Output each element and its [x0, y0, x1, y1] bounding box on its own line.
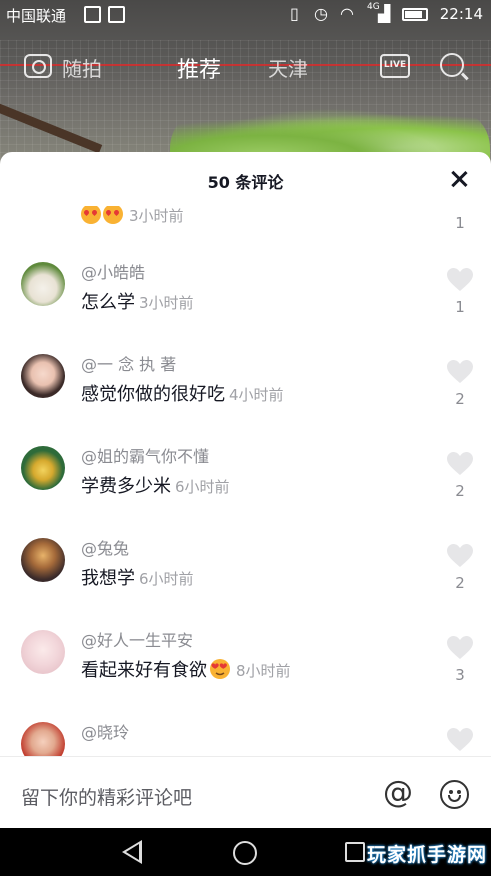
like-count: 2 — [455, 574, 465, 592]
image-notification-icon — [108, 6, 125, 23]
comment-username[interactable]: @小皓皓 — [81, 259, 145, 283]
battery-icon — [402, 8, 428, 21]
avatar[interactable] — [21, 354, 65, 398]
signal-icon: ▟ — [378, 4, 391, 23]
emoji-picker-mouth — [448, 795, 461, 802]
close-icon[interactable] — [448, 168, 470, 190]
recent-apps-icon[interactable] — [345, 842, 365, 862]
phone-screen: 中国联通 ▯ ◷ ◠ 4G ▟ 22:14 随拍 推荐 天津 LIVE 50 条… — [0, 0, 491, 876]
live-icon[interactable]: LIVE — [380, 54, 410, 78]
comment-text: 学费多少米 6小时前 — [81, 472, 230, 498]
like-count: 1 — [455, 214, 465, 232]
carrier-label: 中国联通 — [6, 7, 67, 25]
emoji-icon — [81, 206, 101, 224]
at-mention-icon[interactable]: @ — [383, 777, 413, 809]
heart-like-icon[interactable] — [447, 268, 473, 292]
comment-username[interactable]: @姐的霸气你不懂 — [81, 443, 209, 467]
comment-row: @一 念 执 著 感觉你做的很好吃 4小时前 2 — [0, 354, 491, 446]
wifi-icon: ◠ — [340, 4, 354, 23]
comment-body: 学费多少米 — [81, 476, 171, 497]
notification-icon — [84, 6, 101, 23]
system-navigation-bar: 玩家抓手游网 — [0, 828, 491, 876]
comment-text: 感觉你做的很好吃 4小时前 — [81, 380, 284, 406]
comment-body: 看起来好有食欲 — [81, 660, 207, 681]
comment-username[interactable]: @兔兔 — [81, 535, 129, 559]
comments-header: 50 条评论 — [0, 152, 491, 206]
comments-count-title: 50 条评论 — [207, 173, 284, 192]
comments-list[interactable]: 3小时前 1 @小皓皓 怎么学 3小时前 1 @一 念 执 著 感觉你做的很好吃 4… — [0, 206, 491, 756]
like-count: 2 — [455, 390, 465, 408]
heart-like-icon[interactable] — [447, 544, 473, 568]
comment-time: 3小时前 — [139, 294, 194, 312]
comment-text: 看起来好有食欲 8小时前 — [81, 656, 291, 682]
clock-time: 22:14 — [439, 5, 483, 23]
watermark-logo: 玩家抓手游网 — [366, 844, 487, 866]
avatar[interactable] — [21, 446, 65, 490]
comment-row: @兔兔 我想学 6小时前 2 — [0, 538, 491, 630]
camera-icon[interactable] — [24, 54, 52, 78]
like-count: 1 — [455, 298, 465, 316]
tab-tianjin[interactable]: 天津 — [268, 53, 308, 82]
back-icon[interactable] — [122, 840, 142, 864]
comment-row-partial: 3小时前 1 — [0, 206, 491, 252]
emoji-icon — [103, 206, 123, 224]
search-icon[interactable] — [440, 53, 464, 77]
heart-like-icon[interactable] — [447, 360, 473, 384]
comment-time: 4小时前 — [229, 386, 284, 404]
emoji-picker-eye — [457, 790, 461, 794]
comment-time: 8小时前 — [236, 662, 291, 680]
alarm-icon: ◷ — [314, 4, 328, 23]
comment-body: 我想学 — [81, 568, 135, 589]
tab-recommend[interactable]: 推荐 — [177, 52, 221, 84]
heart-eyes-emoji-icon — [210, 659, 230, 679]
comment-row: @姐的霸气你不懂 学费多少米 6小时前 2 — [0, 446, 491, 538]
emoji-picker-eye — [449, 790, 453, 794]
comment-body: 怎么学 — [81, 292, 135, 313]
comment-input[interactable]: 留下你的精彩评论吧 — [21, 783, 192, 810]
comment-username[interactable]: @好人一生平安 — [81, 627, 193, 651]
heart-like-icon[interactable] — [447, 728, 473, 752]
comment-time: 3小时前 — [129, 207, 184, 225]
comment-body: 感觉你做的很好吃 — [81, 384, 225, 405]
comment-time: 6小时前 — [139, 570, 194, 588]
comment-username[interactable]: @晓玲 — [81, 719, 129, 743]
status-bar: 中国联通 ▯ ◷ ◠ 4G ▟ 22:14 — [0, 0, 491, 30]
comment-time: 6小时前 — [175, 478, 230, 496]
avatar[interactable] — [21, 538, 65, 582]
comment-row: @小皓皓 怎么学 3小时前 1 — [0, 262, 491, 354]
comment-row: @好人一生平安 看起来好有食欲 8小时前 3 — [0, 630, 491, 722]
comment-input-bar: 留下你的精彩评论吧 @ — [0, 756, 491, 828]
avatar[interactable] — [21, 630, 65, 674]
top-navigation: 随拍 推荐 天津 LIVE — [0, 44, 491, 90]
vibrate-icon: ▯ — [290, 4, 299, 23]
comment-text: 3小时前 — [81, 206, 184, 226]
comments-sheet: 50 条评论 3小时前 1 @小皓皓 怎么学 3小时前 1 @一 念 执 著 感… — [0, 152, 491, 828]
comment-text: 怎么学 3小时前 — [81, 288, 194, 314]
heart-like-icon[interactable] — [447, 636, 473, 660]
emoji-picker-icon[interactable] — [440, 780, 469, 809]
tab-suipai[interactable]: 随拍 — [62, 53, 102, 82]
heart-like-icon[interactable] — [447, 452, 473, 476]
comment-username[interactable]: @一 念 执 著 — [81, 351, 176, 375]
like-count: 2 — [455, 482, 465, 500]
home-icon[interactable] — [233, 841, 257, 865]
comment-row: @晓玲 — [0, 722, 491, 756]
avatar[interactable] — [21, 722, 65, 756]
avatar[interactable] — [21, 262, 65, 306]
like-count: 3 — [455, 666, 465, 684]
comment-text: 我想学 6小时前 — [81, 564, 194, 590]
